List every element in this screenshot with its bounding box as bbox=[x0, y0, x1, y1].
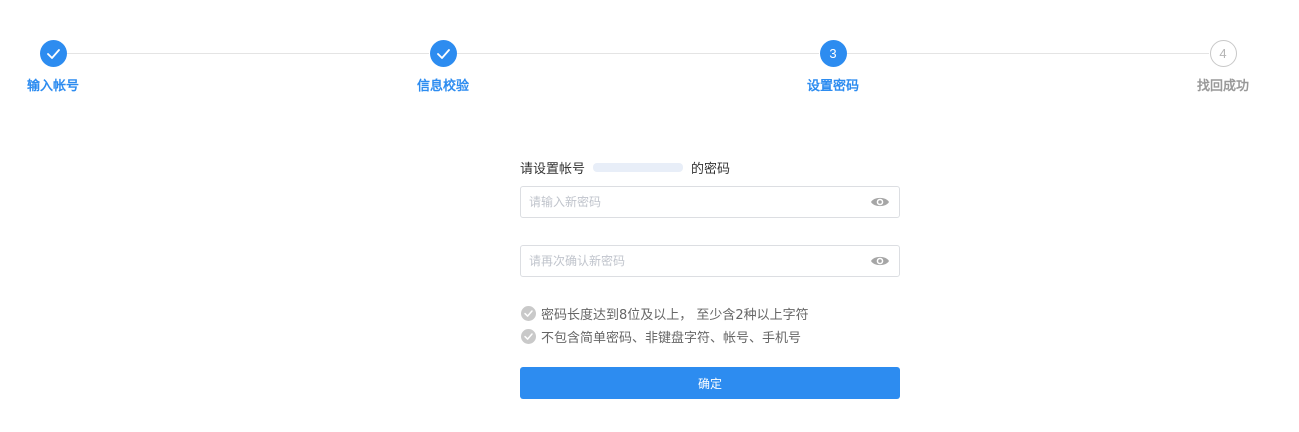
step-set-password: 3 设置密码 bbox=[773, 40, 893, 94]
confirm-password-field bbox=[520, 245, 900, 277]
step-success: 4 找回成功 bbox=[1163, 40, 1283, 94]
step-label: 输入帐号 bbox=[26, 79, 79, 94]
rule-text: 不包含简单密码、非键盘字符、帐号、手机号 bbox=[541, 331, 802, 346]
eye-icon[interactable] bbox=[870, 254, 890, 268]
step-label: 设置密码 bbox=[806, 79, 859, 94]
step-connector bbox=[67, 53, 429, 54]
step-connector bbox=[457, 53, 819, 54]
password-rules: 密码长度达到8位及以上， 至少含2种以上字符 不包含简单密码、非键盘字符、帐号、… bbox=[520, 302, 900, 348]
masked-account bbox=[593, 162, 684, 172]
step-label: 信息校验 bbox=[416, 79, 469, 94]
rule-item: 密码长度达到8位及以上， 至少含2种以上字符 bbox=[520, 302, 900, 325]
step-connector bbox=[847, 53, 1209, 54]
confirm-password-input[interactable] bbox=[529, 247, 859, 275]
rule-item: 不包含简单密码、非键盘字符、帐号、手机号 bbox=[520, 325, 900, 348]
eye-icon[interactable] bbox=[870, 195, 890, 209]
step-label: 找回成功 bbox=[1196, 79, 1249, 94]
title-suffix: 的密码 bbox=[691, 161, 731, 177]
step-number: 4 bbox=[1209, 40, 1237, 67]
checkmark-icon bbox=[436, 48, 450, 59]
new-password-field bbox=[520, 186, 900, 218]
confirm-button[interactable]: 确定 bbox=[520, 367, 900, 399]
check-circle-icon bbox=[521, 329, 536, 344]
new-password-input[interactable] bbox=[529, 188, 859, 216]
rule-text: 密码长度达到8位及以上， 至少含2种以上字符 bbox=[541, 308, 809, 323]
title-prefix: 请设置帐号 bbox=[520, 161, 586, 177]
step-done-circle bbox=[39, 40, 67, 67]
step-done-circle bbox=[429, 40, 457, 67]
step-number: 3 bbox=[819, 40, 847, 67]
step-verify-info: 信息校验 bbox=[383, 40, 503, 94]
steps-bar: 输入帐号 信息校验 3 设置密码 4 找回成功 bbox=[0, 0, 1299, 110]
check-circle-icon bbox=[521, 306, 536, 321]
form-title: 请设置帐号 的密码 bbox=[520, 150, 900, 184]
checkmark-icon bbox=[46, 48, 60, 59]
set-password-form: 请设置帐号 的密码 密码长度达到8位及以上， 至少含2种以上字符 不包含简单密码… bbox=[520, 150, 900, 399]
step-input-account: 输入帐号 bbox=[0, 40, 113, 94]
